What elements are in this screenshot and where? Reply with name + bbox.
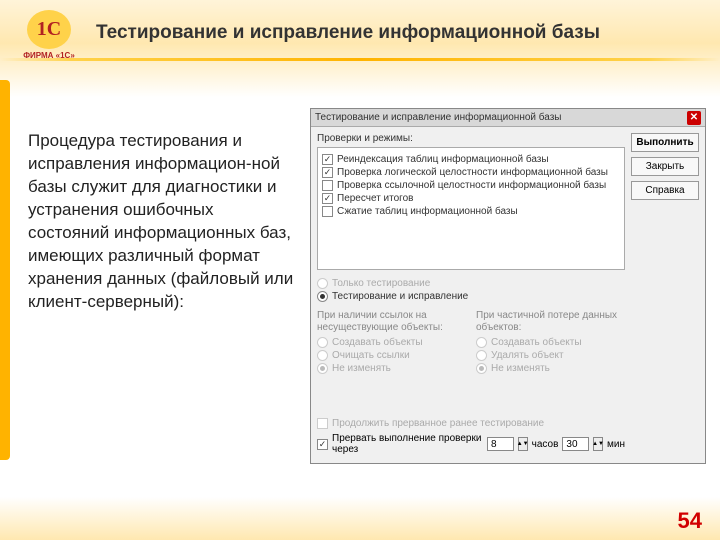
- opt-create-objects-2[interactable]: Создавать объекты: [476, 337, 625, 348]
- group-label: При частичной потере данных объектов:: [476, 310, 625, 334]
- checkbox-icon[interactable]: ✓: [322, 154, 333, 165]
- page-number: 54: [678, 508, 702, 534]
- description-text: Процедура тестирования и исправления инф…: [28, 130, 298, 314]
- radio-label: Тестирование и исправление: [332, 291, 468, 302]
- checkbox-icon[interactable]: ✓: [317, 439, 328, 450]
- title-underline: [0, 58, 720, 61]
- execute-button[interactable]: Выполнить: [631, 133, 699, 152]
- radio-label: Не изменять: [332, 363, 391, 374]
- radio-label: Очищать ссылки: [332, 350, 410, 361]
- opt-no-change[interactable]: Не изменять: [317, 363, 466, 374]
- group-label: При наличии ссылок на несуществующие объ…: [317, 310, 466, 334]
- close-icon[interactable]: ✕: [687, 111, 701, 125]
- checkbox-icon[interactable]: [322, 180, 333, 191]
- test-repair-dialog: Тестирование и исправление информационно…: [310, 108, 706, 464]
- opt-delete-object[interactable]: Удалять объект: [476, 350, 625, 361]
- mins-input[interactable]: 30: [562, 437, 589, 451]
- help-button[interactable]: Справка: [631, 181, 699, 200]
- hours-input[interactable]: 8: [487, 437, 514, 451]
- radio-icon[interactable]: [476, 363, 487, 374]
- mode-test-and-fix[interactable]: Тестирование и исправление: [317, 291, 625, 302]
- radio-label: Создавать объекты: [491, 337, 582, 348]
- hours-unit: часов: [532, 439, 559, 450]
- radio-label: Создавать объекты: [332, 337, 423, 348]
- mode-group: Только тестирование Тестирование и испра…: [317, 278, 625, 302]
- checkbox-icon[interactable]: [322, 206, 333, 217]
- abort-after-row: ✓ Прервать выполнение проверки через 8 ▲…: [317, 433, 625, 455]
- partial-loss-group: При частичной потере данных объектов: Со…: [476, 310, 625, 376]
- radio-icon[interactable]: [476, 337, 487, 348]
- mode-test-only[interactable]: Только тестирование: [317, 278, 625, 289]
- opt-clear-refs[interactable]: Очищать ссылки: [317, 350, 466, 361]
- radio-icon[interactable]: [317, 291, 328, 302]
- check-referential[interactable]: Проверка ссылочной целостности информаци…: [322, 180, 620, 191]
- check-label: Проверка логической целостности информац…: [337, 167, 608, 178]
- missing-refs-group: При наличии ссылок на несуществующие объ…: [317, 310, 466, 376]
- checks-group-label: Проверки и режимы:: [317, 133, 625, 144]
- radio-icon[interactable]: [317, 337, 328, 348]
- radio-icon[interactable]: [317, 350, 328, 361]
- dialog-titlebar: Тестирование и исправление информационно…: [311, 109, 705, 127]
- checks-list: ✓ Реиндексация таблиц информационной баз…: [317, 147, 625, 270]
- radio-icon[interactable]: [476, 350, 487, 361]
- abort-label: Прервать выполнение проверки через: [332, 433, 483, 455]
- brand-logo: 1C ФИРМА «1С»: [14, 10, 84, 60]
- check-label: Пересчет итогов: [337, 193, 413, 204]
- mins-unit: мин: [607, 439, 625, 450]
- hours-stepper[interactable]: ▲▼: [518, 437, 528, 451]
- radio-label: Только тестирование: [332, 278, 430, 289]
- radio-icon[interactable]: [317, 278, 328, 289]
- check-label: Реиндексация таблиц информационной базы: [337, 154, 549, 165]
- page-title: Тестирование и исправление информационно…: [96, 22, 700, 44]
- check-compress[interactable]: Сжатие таблиц информационной базы: [322, 206, 620, 217]
- continue-previous[interactable]: Продолжить прерванное ранее тестирование: [317, 418, 625, 429]
- radio-label: Не изменять: [491, 363, 550, 374]
- check-label: Проверка ссылочной целостности информаци…: [337, 180, 606, 191]
- check-logical[interactable]: ✓ Проверка логической целостности информ…: [322, 167, 620, 178]
- checkbox-icon[interactable]: ✓: [322, 167, 333, 178]
- checkbox-icon[interactable]: [317, 418, 328, 429]
- logo-badge: 1C: [27, 10, 71, 49]
- check-label: Продолжить прерванное ранее тестирование: [332, 418, 544, 429]
- radio-icon[interactable]: [317, 363, 328, 374]
- check-reindex[interactable]: ✓ Реиндексация таблиц информационной баз…: [322, 154, 620, 165]
- check-label: Сжатие таблиц информационной базы: [337, 206, 518, 217]
- side-accent: [0, 80, 10, 460]
- opt-create-objects[interactable]: Создавать объекты: [317, 337, 466, 348]
- dialog-title-text: Тестирование и исправление информационно…: [315, 112, 561, 123]
- checkbox-icon[interactable]: ✓: [322, 193, 333, 204]
- radio-label: Удалять объект: [491, 350, 564, 361]
- check-totals[interactable]: ✓ Пересчет итогов: [322, 193, 620, 204]
- close-button[interactable]: Закрыть: [631, 157, 699, 176]
- opt-no-change-2[interactable]: Не изменять: [476, 363, 625, 374]
- mins-stepper[interactable]: ▲▼: [593, 437, 603, 451]
